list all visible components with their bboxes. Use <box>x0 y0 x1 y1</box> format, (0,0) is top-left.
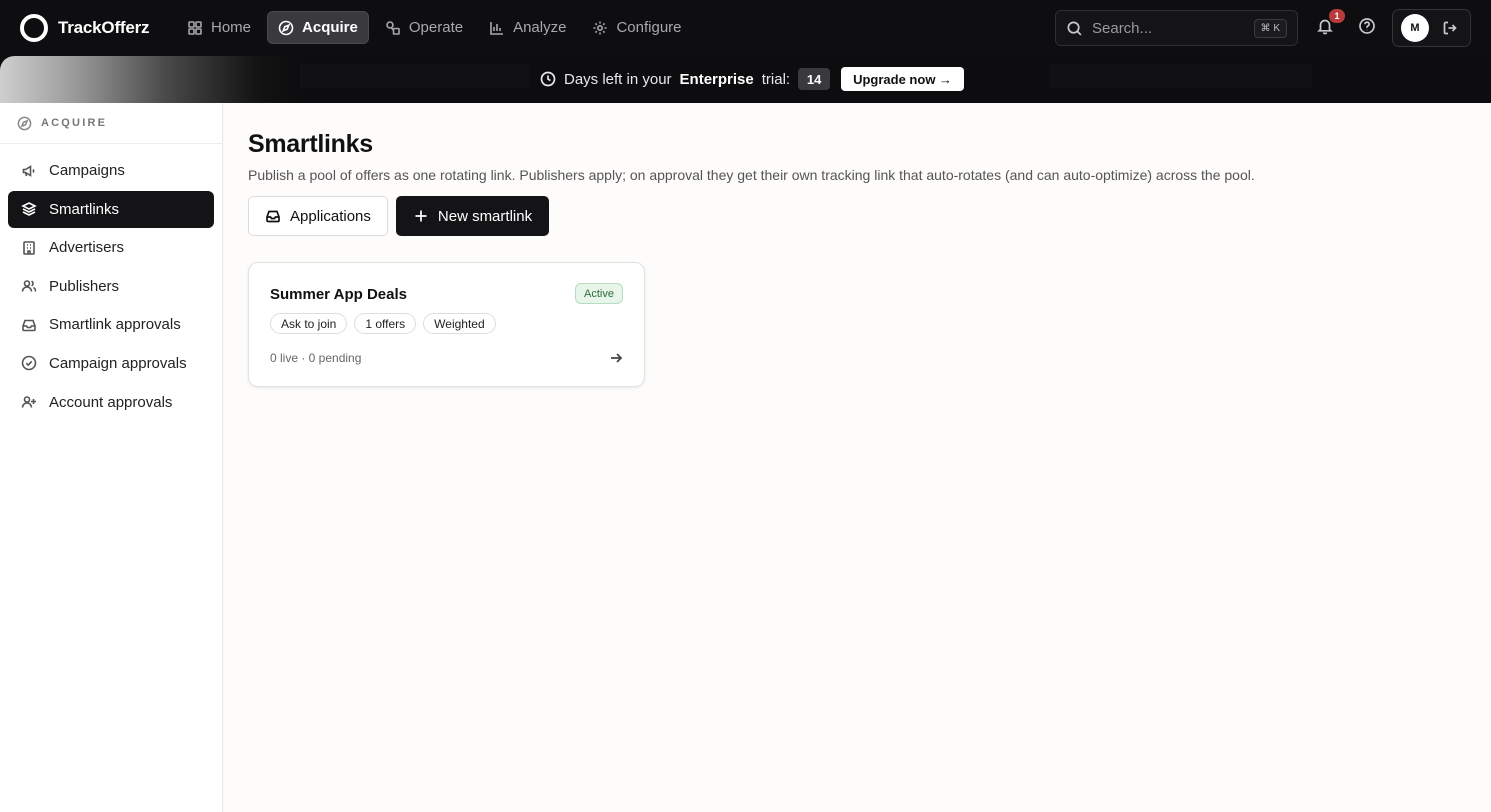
new-smartlink-button[interactable]: New smartlink <box>395 196 550 236</box>
tag-join-mode: Ask to join <box>270 313 348 334</box>
sidebar-section-header: ACQUIRE <box>0 103 222 144</box>
applications-button-label: Applications <box>290 207 371 225</box>
grid-icon <box>187 20 203 36</box>
help-circle-icon <box>1358 17 1378 35</box>
search-shortcut: ⌘ K <box>1253 18 1287 38</box>
nav-item-home[interactable]: Home <box>177 11 261 44</box>
smartlink-card-title: Summer App Deals <box>270 286 407 303</box>
search-input[interactable]: Search... ⌘ K <box>1055 10 1298 46</box>
sidebar-item-smartlink-approvals[interactable]: Smartlink approvals <box>8 306 214 343</box>
trial-days-left: 14 <box>798 68 831 90</box>
bar-chart-icon <box>489 20 505 36</box>
nav-item-label: Acquire <box>302 19 358 36</box>
page-actions: Applications New smartlink <box>248 196 550 236</box>
user-menu[interactable]: M <box>1392 9 1471 47</box>
trial-message: Days left in your Enterprise trial: 14 U… <box>540 67 965 91</box>
page-title: Smartlinks <box>248 130 373 158</box>
shapes-icon <box>385 20 401 36</box>
sidebar-item-advertisers[interactable]: Advertisers <box>8 229 214 266</box>
megaphone-icon <box>21 163 49 179</box>
brand-name: TrackOfferz <box>58 18 150 37</box>
main-nav: Home Acquire Operate Analyze Configure <box>177 11 692 44</box>
nav-item-label: Analyze <box>513 19 567 36</box>
smartlink-card-stats: 0 live · 0 pending <box>270 351 362 365</box>
building-icon <box>21 240 49 256</box>
nav-item-operate[interactable]: Operate <box>375 11 473 44</box>
brand-logo-icon <box>20 14 48 42</box>
layers-icon <box>21 201 49 217</box>
check-circle-icon <box>21 355 49 371</box>
top-navigation-bar: TrackOfferz Home Acquire Operate Analyze <box>0 0 1491 56</box>
trial-banner: Days left in your Enterprise trial: 14 U… <box>0 56 1491 103</box>
brand[interactable]: TrackOfferz <box>20 14 150 42</box>
gear-icon <box>592 20 608 36</box>
sidebar-item-account-approvals[interactable]: Account approvals <box>8 384 214 421</box>
status-badge: Active <box>575 283 623 304</box>
trial-plan-name: Enterprise <box>679 70 754 88</box>
sidebar-item-label: Advertisers <box>49 239 125 257</box>
sidebar-menu: Campaigns Smartlinks Advertisers Publish… <box>0 144 222 421</box>
sidebar-item-campaign-approvals[interactable]: Campaign approvals <box>8 345 214 382</box>
banner-decoration <box>0 56 300 103</box>
sidebar-item-label: Account approvals <box>49 393 173 411</box>
search-icon <box>1066 20 1092 37</box>
sidebar-item-label: Smartlink approvals <box>49 316 181 334</box>
nav-item-label: Home <box>211 19 252 36</box>
sidebar-item-label: Campaign approvals <box>49 354 187 372</box>
smartlink-tags: Ask to join 1 offers Weighted <box>270 313 496 334</box>
tag-offer-count: 1 offers <box>354 313 417 334</box>
help-button[interactable] <box>1358 17 1378 37</box>
sidebar-item-campaigns[interactable]: Campaigns <box>8 152 214 189</box>
sidebar-item-label: Smartlinks <box>49 200 120 218</box>
trial-suffix: trial: <box>761 70 791 88</box>
main-content: Smartlinks Publish a pool of offers as o… <box>223 103 1491 812</box>
sidebar-item-smartlinks[interactable]: Smartlinks <box>8 190 214 228</box>
tag-rotation-mode: Weighted <box>423 313 496 334</box>
sidebar-item-publishers[interactable]: Publishers <box>8 268 214 305</box>
nav-item-label: Configure <box>616 19 682 36</box>
avatar[interactable]: M <box>1401 14 1429 42</box>
arrow-right-icon[interactable] <box>609 351 623 365</box>
upgrade-now-button[interactable]: Upgrade now → <box>841 67 965 91</box>
compass-icon <box>17 116 41 131</box>
sidebar: ACQUIRE Campaigns Smartlinks Advertisers… <box>0 103 223 812</box>
banner-decoration <box>1050 64 1312 88</box>
users-icon <box>21 278 49 294</box>
nav-item-acquire[interactable]: Acquire <box>267 11 369 44</box>
page-description: Publish a pool of offers as one rotating… <box>248 167 1255 183</box>
applications-button[interactable]: Applications <box>248 196 388 236</box>
compass-icon <box>278 20 294 36</box>
nav-item-analyze[interactable]: Analyze <box>479 11 576 44</box>
notification-count-badge: 1 <box>1329 9 1345 23</box>
search-placeholder: Search... <box>1092 19 1153 37</box>
sidebar-item-label: Publishers <box>49 277 120 295</box>
user-plus-icon <box>21 394 49 410</box>
nav-item-configure[interactable]: Configure <box>582 11 691 44</box>
plus-icon <box>413 208 429 224</box>
sidebar-section-title: ACQUIRE <box>41 117 108 129</box>
logout-icon[interactable] <box>1442 20 1458 36</box>
nav-item-label: Operate <box>408 19 464 36</box>
sidebar-item-label: Campaigns <box>49 162 125 179</box>
clock-icon <box>540 71 564 87</box>
new-smartlink-button-label: New smartlink <box>437 207 533 225</box>
trial-prefix: Days left in your <box>564 70 672 88</box>
banner-decoration <box>300 64 530 88</box>
smartlink-card[interactable]: Summer App Deals Active Ask to join 1 of… <box>248 262 645 387</box>
inbox-icon <box>21 317 49 333</box>
inbox-icon <box>265 208 281 224</box>
